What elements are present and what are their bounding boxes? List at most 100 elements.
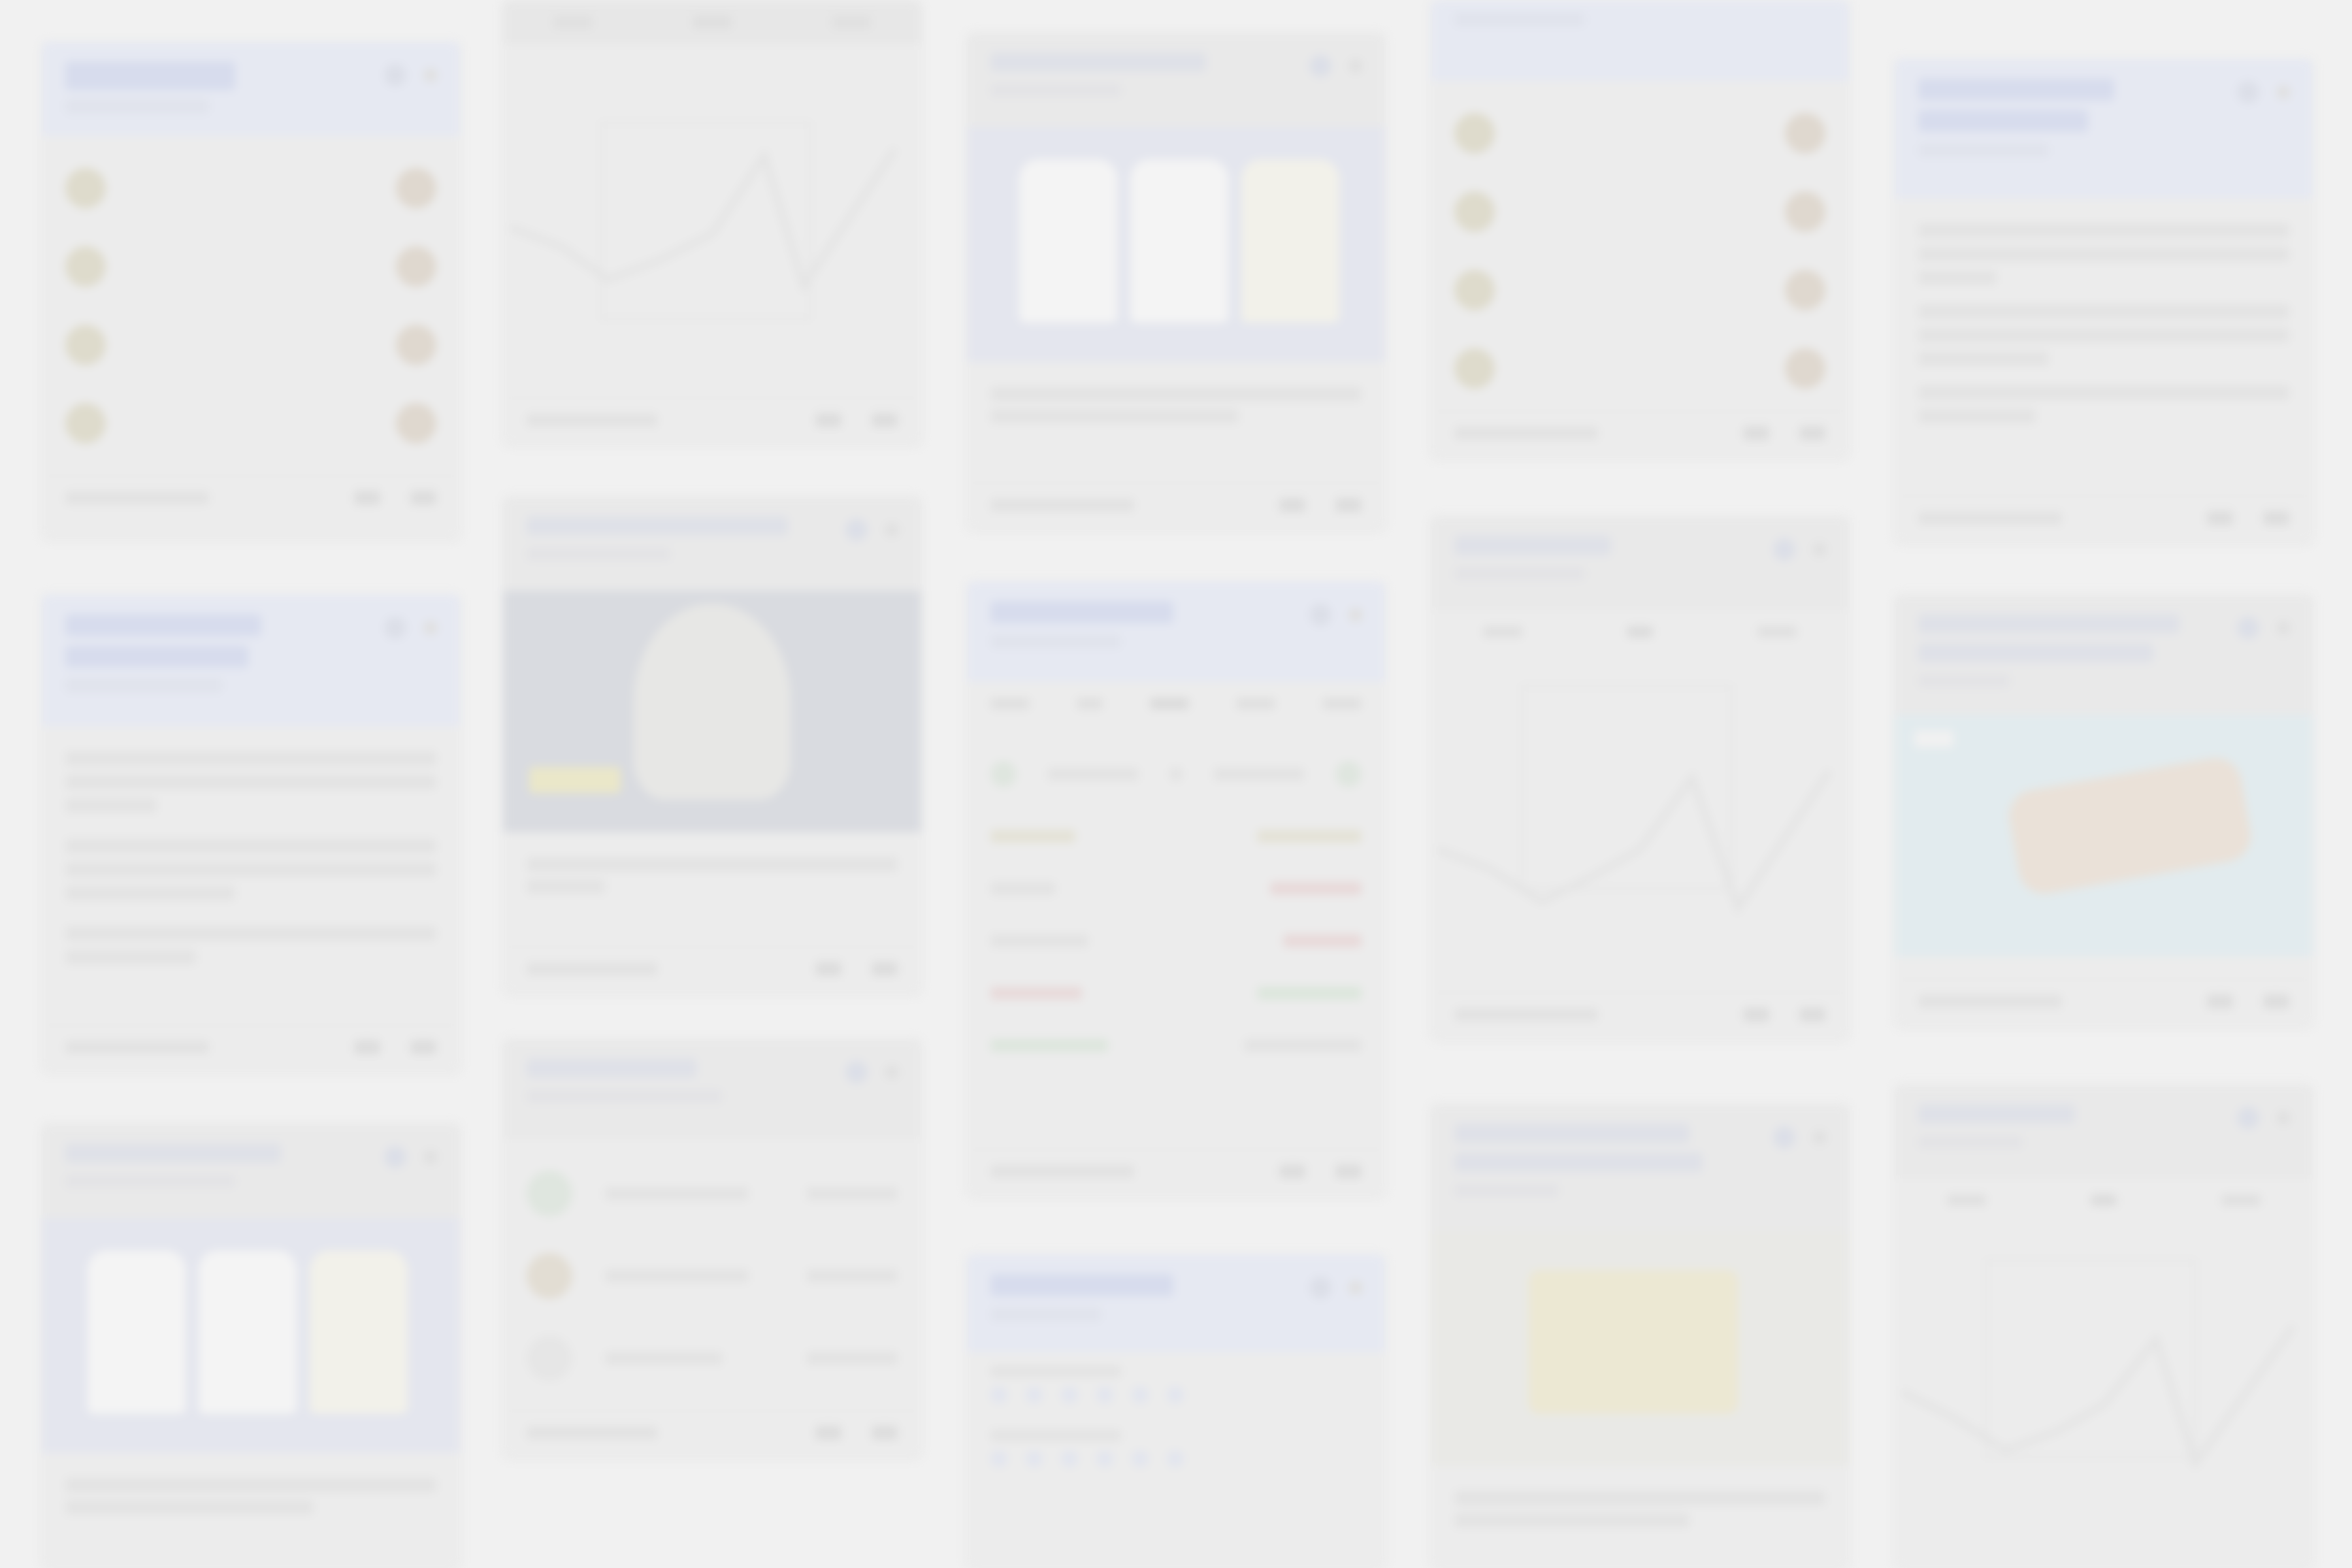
like-button[interactable] <box>815 1426 841 1440</box>
share-icon[interactable] <box>384 617 406 639</box>
list-item[interactable] <box>1454 172 1825 251</box>
table-card[interactable] <box>967 581 1385 1196</box>
share-icon[interactable] <box>1773 538 1795 561</box>
rating-dot[interactable] <box>1026 1386 1043 1403</box>
tab[interactable] <box>990 698 1030 710</box>
share-icon[interactable] <box>1309 604 1331 626</box>
equipment-card[interactable] <box>1895 595 2313 1026</box>
like-button[interactable] <box>815 413 841 427</box>
table-row[interactable] <box>990 915 1362 967</box>
comment-button[interactable] <box>1799 1007 1825 1022</box>
rating-dot[interactable] <box>990 1450 1007 1467</box>
more-icon[interactable] <box>1348 1281 1363 1295</box>
rating-dot[interactable] <box>1132 1450 1149 1467</box>
tab[interactable] <box>1322 698 1362 710</box>
like-button[interactable] <box>1279 1164 1305 1179</box>
news-image[interactable] <box>1431 1231 1849 1466</box>
rating-dot[interactable] <box>1026 1450 1043 1467</box>
comment-button[interactable] <box>1799 426 1825 440</box>
rating-dot[interactable] <box>1061 1386 1078 1403</box>
tab[interactable] <box>2221 1194 2261 1206</box>
comment-button[interactable] <box>1335 498 1362 512</box>
like-button[interactable] <box>1743 426 1769 440</box>
tab[interactable] <box>1483 626 1522 638</box>
list-item[interactable] <box>527 1152 898 1235</box>
table-row[interactable] <box>990 862 1362 915</box>
tab[interactable] <box>692 16 732 29</box>
more-icon[interactable] <box>1348 608 1363 622</box>
tab[interactable] <box>1236 698 1275 710</box>
more-icon[interactable] <box>2276 85 2291 99</box>
share-icon[interactable] <box>845 1061 868 1083</box>
list-item[interactable] <box>1454 251 1825 329</box>
comment-button[interactable] <box>410 491 436 505</box>
more-icon[interactable] <box>423 1150 438 1164</box>
list-item[interactable] <box>65 384 436 463</box>
boot-image[interactable] <box>1895 715 2313 956</box>
list-item[interactable] <box>1454 94 1825 172</box>
share-icon[interactable] <box>384 64 406 86</box>
more-icon[interactable] <box>423 621 438 635</box>
share-icon[interactable] <box>1773 1126 1795 1149</box>
article-card[interactable] <box>42 595 460 1071</box>
share-icon[interactable] <box>384 1146 406 1168</box>
poll-card[interactable] <box>503 1039 921 1457</box>
comment-button[interactable] <box>2263 511 2289 525</box>
rating-dot[interactable] <box>1096 1386 1113 1403</box>
like-button[interactable] <box>1743 1007 1769 1022</box>
list-item[interactable] <box>1454 329 1825 408</box>
like-button[interactable] <box>354 491 380 505</box>
more-icon[interactable] <box>1348 59 1363 73</box>
table-row[interactable] <box>990 738 1362 810</box>
more-icon[interactable] <box>1812 542 1827 557</box>
like-button[interactable] <box>354 1040 380 1054</box>
share-icon[interactable] <box>2237 617 2259 639</box>
comment-button[interactable] <box>1335 1164 1362 1179</box>
rating-dot[interactable] <box>1096 1450 1113 1467</box>
kit-image[interactable] <box>42 1218 460 1453</box>
player-photo[interactable] <box>503 591 921 832</box>
table-row[interactable] <box>990 1019 1362 1071</box>
more-icon[interactable] <box>885 523 899 537</box>
table-row[interactable] <box>990 810 1362 862</box>
more-icon[interactable] <box>1812 1130 1827 1145</box>
like-button[interactable] <box>1279 498 1305 512</box>
tab[interactable] <box>832 16 872 29</box>
list-item[interactable] <box>65 306 436 384</box>
more-icon[interactable] <box>885 1065 899 1079</box>
list-item[interactable] <box>65 227 436 306</box>
fixtures-card[interactable] <box>42 42 460 538</box>
kit-image[interactable] <box>967 127 1385 362</box>
like-button[interactable] <box>2207 994 2233 1009</box>
more-icon[interactable] <box>2276 621 2291 635</box>
comment-button[interactable] <box>872 1426 898 1440</box>
more-icon[interactable] <box>423 68 438 82</box>
rating-dot[interactable] <box>1132 1386 1149 1403</box>
list-item[interactable] <box>527 1317 898 1399</box>
table-row[interactable] <box>990 967 1362 1019</box>
tab[interactable] <box>1627 626 1653 638</box>
tab[interactable] <box>1150 698 1189 710</box>
like-button[interactable] <box>815 962 841 976</box>
list-item[interactable] <box>65 149 436 227</box>
chart-card[interactable] <box>1431 516 1849 1039</box>
tab[interactable] <box>2091 1194 2117 1206</box>
rating-dot[interactable] <box>1167 1450 1184 1467</box>
rating-dot[interactable] <box>1167 1386 1184 1403</box>
like-button[interactable] <box>2207 511 2233 525</box>
comment-button[interactable] <box>2263 994 2289 1009</box>
share-icon[interactable] <box>845 519 868 541</box>
news-card[interactable] <box>1431 1104 1849 1568</box>
kit-card[interactable] <box>967 33 1385 529</box>
tab[interactable] <box>1757 626 1797 638</box>
rating-dot[interactable] <box>990 1386 1007 1403</box>
comment-button[interactable] <box>872 962 898 976</box>
comment-button[interactable] <box>410 1040 436 1054</box>
share-icon[interactable] <box>2237 81 2259 103</box>
share-icon[interactable] <box>1309 1277 1331 1299</box>
tab[interactable] <box>553 16 593 29</box>
list-item[interactable] <box>527 1235 898 1317</box>
kit-card[interactable] <box>42 1124 460 1568</box>
player-card[interactable] <box>503 497 921 993</box>
chart-card[interactable] <box>1895 1085 2313 1568</box>
